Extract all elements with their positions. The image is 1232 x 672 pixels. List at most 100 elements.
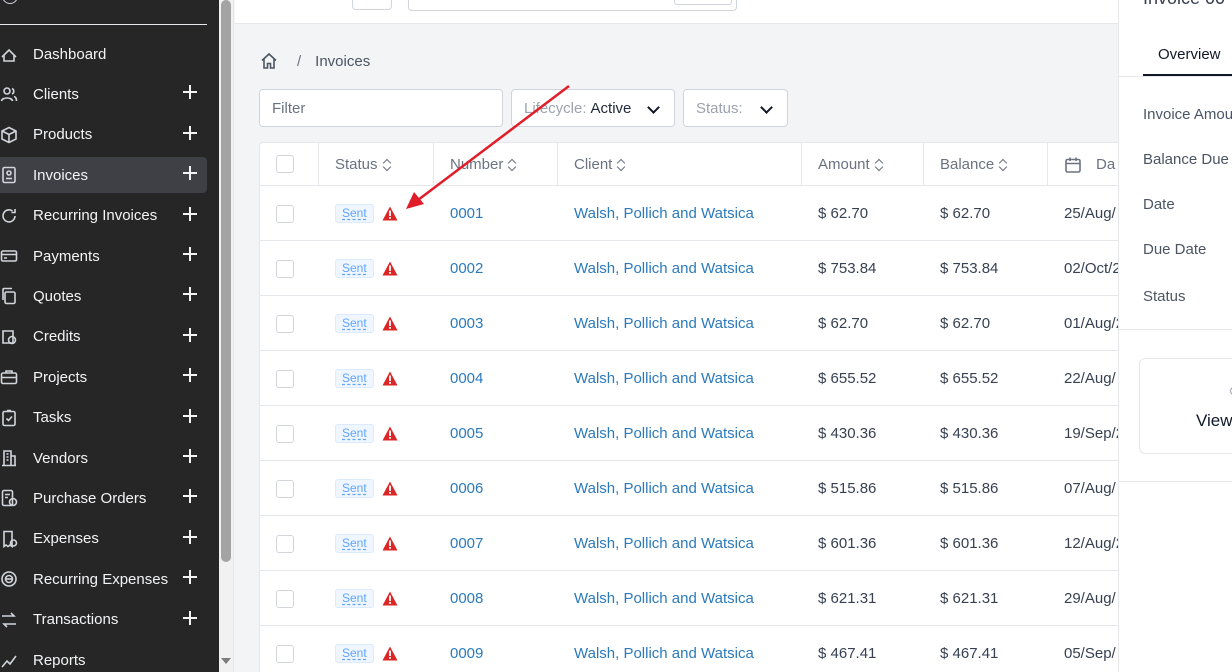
header-balance[interactable]: Balance — [924, 143, 1048, 186]
select-all-checkbox[interactable] — [276, 155, 294, 173]
row-checkbox[interactable] — [276, 204, 294, 223]
client-link[interactable]: Walsh, Pollich and Watsica — [574, 351, 754, 406]
row-checkbox[interactable] — [276, 314, 294, 333]
sidebar-item-purchase-orders[interactable]: Purchase Orders — [0, 480, 207, 516]
plus-icon[interactable] — [183, 408, 197, 423]
header-date[interactable]: Da — [1048, 143, 1119, 186]
sidebar-item-recurring-invoices[interactable]: Recurring Invoices — [0, 198, 207, 234]
tab-divider — [1119, 76, 1232, 77]
client-link[interactable]: Walsh, Pollich and Watsica — [574, 186, 754, 241]
table-row[interactable]: Sent 0006 Walsh, Pollich and Watsica $ 515.… — [260, 461, 1119, 516]
top-menu-button[interactable] — [352, 0, 392, 10]
status-badge[interactable]: Sent — [335, 314, 374, 333]
status-badge[interactable]: Sent — [335, 369, 374, 388]
filter-input[interactable]: Filter — [259, 89, 503, 127]
row-checkbox[interactable] — [276, 589, 294, 608]
plus-icon[interactable] — [183, 570, 197, 585]
status-badge[interactable]: Sent — [335, 534, 374, 553]
status-badge[interactable]: Sent — [335, 589, 374, 608]
header-number[interactable]: Number — [434, 143, 558, 186]
client-link[interactable]: Walsh, Pollich and Watsica — [574, 571, 754, 626]
sidebar-scrollbar-thumb[interactable] — [221, 0, 231, 562]
sidebar-item-transactions[interactable]: Transactions — [0, 602, 207, 638]
sidebar-item-expenses[interactable]: Expenses — [0, 521, 207, 557]
status-badge[interactable]: Sent — [335, 644, 374, 663]
lifecycle-select[interactable]: Lifecycle: Active — [511, 89, 675, 127]
table-row[interactable]: Sent 0002 Walsh, Pollich and Watsica $ 753.… — [260, 241, 1119, 296]
status-select[interactable]: Status: — [683, 89, 788, 127]
sidebar-item-tasks[interactable]: Tasks — [0, 400, 207, 436]
sort-icon — [382, 158, 392, 172]
status-badge[interactable]: Sent — [335, 204, 374, 223]
invoice-number-link[interactable]: 0002 — [450, 241, 483, 296]
row-checkbox[interactable] — [276, 424, 294, 443]
sidebar-item-payments[interactable]: Payments — [0, 238, 207, 274]
sidebar-item-recurring-expenses[interactable]: Recurring Expenses — [0, 561, 207, 597]
sidebar-item-label: Expenses — [33, 530, 99, 548]
header-status[interactable]: Status — [319, 143, 434, 186]
plus-icon[interactable] — [183, 166, 197, 181]
status-cell: Sent — [335, 516, 398, 571]
client-link[interactable]: Walsh, Pollich and Watsica — [574, 461, 754, 516]
table-row[interactable]: Sent 0001 Walsh, Pollich and Watsica $ 62.7… — [260, 186, 1119, 241]
plus-icon[interactable] — [183, 610, 197, 625]
client-link[interactable]: Walsh, Pollich and Watsica — [574, 241, 754, 296]
table-row[interactable]: Sent 0009 Walsh, Pollich and Watsica $ 467.… — [260, 626, 1119, 672]
invoice-number-link[interactable]: 0005 — [450, 406, 483, 461]
warning-icon — [382, 206, 398, 221]
status-badge[interactable]: Sent — [335, 479, 374, 498]
sidebar-item-clients[interactable]: Clients — [0, 76, 207, 112]
date-cell: 07/Aug/ — [1064, 480, 1116, 497]
row-checkbox[interactable] — [276, 644, 294, 663]
sidebar-item-invoices[interactable]: Invoices — [0, 157, 207, 194]
sidebar-item-dashboard[interactable]: Dashboard — [0, 36, 207, 72]
sidebar-item-products[interactable]: Products — [0, 117, 207, 153]
status-badge[interactable]: Sent — [335, 424, 374, 443]
plus-icon[interactable] — [183, 85, 197, 100]
invoice-number-link[interactable]: 0007 — [450, 516, 483, 571]
client-link[interactable]: Walsh, Pollich and Watsica — [574, 406, 754, 461]
row-checkbox[interactable] — [276, 259, 294, 278]
sidebar-item-reports[interactable]: Reports — [0, 642, 207, 672]
plus-icon[interactable] — [183, 206, 197, 221]
invoice-number-link[interactable]: 0006 — [450, 461, 483, 516]
invoice-number-link[interactable]: 0008 — [450, 571, 483, 626]
plus-icon[interactable] — [183, 489, 197, 504]
view-card[interactable]: View — [1139, 358, 1232, 454]
table-row[interactable]: Sent 0003 Walsh, Pollich and Watsica $ 62.7… — [260, 296, 1119, 351]
row-checkbox[interactable] — [276, 534, 294, 553]
table-row[interactable]: Sent 0005 Walsh, Pollich and Watsica $ 430.… — [260, 406, 1119, 461]
plus-icon[interactable] — [183, 368, 197, 383]
invoice-number-link[interactable]: 0001 — [450, 186, 483, 241]
home-icon[interactable] — [259, 51, 279, 71]
tab-overview[interactable]: Overview — [1143, 36, 1232, 76]
invoice-number-link[interactable]: 0009 — [450, 626, 483, 672]
client-link[interactable]: Walsh, Pollich and Watsica — [574, 516, 754, 571]
plus-icon[interactable] — [183, 247, 197, 261]
row-checkbox[interactable] — [276, 369, 294, 388]
plus-icon[interactable] — [183, 287, 197, 302]
row-checkbox[interactable] — [276, 479, 294, 498]
warning-icon — [382, 316, 398, 331]
sidebar-item-projects[interactable]: Projects — [0, 359, 207, 395]
header-client[interactable]: Client — [558, 143, 802, 186]
status-badge[interactable]: Sent — [335, 259, 374, 278]
invoice-number-link[interactable]: 0004 — [450, 351, 483, 406]
table-row[interactable]: Sent 0008 Walsh, Pollich and Watsica $ 621.… — [260, 571, 1119, 626]
sidebar-item-quotes[interactable]: Quotes — [0, 278, 207, 314]
invoice-number-link[interactable]: 0003 — [450, 296, 483, 351]
plus-icon[interactable] — [183, 449, 197, 463]
balance-cell: $ 467.41 — [940, 645, 999, 662]
sidebar-item-vendors[interactable]: Vendors — [0, 440, 207, 476]
scroll-down-icon[interactable] — [221, 658, 231, 664]
table-row[interactable]: Sent 0007 Walsh, Pollich and Watsica $ 601.… — [260, 516, 1119, 571]
plus-icon[interactable] — [183, 327, 197, 342]
plus-icon[interactable] — [183, 125, 197, 140]
sort-icon — [616, 158, 626, 172]
plus-icon[interactable] — [183, 529, 197, 544]
header-amount[interactable]: Amount — [802, 143, 924, 186]
sidebar-item-credits[interactable]: Credits — [0, 319, 207, 355]
client-link[interactable]: Walsh, Pollich and Watsica — [574, 626, 754, 672]
client-link[interactable]: Walsh, Pollich and Watsica — [574, 296, 754, 351]
table-row[interactable]: Sent 0004 Walsh, Pollich and Watsica $ 655.… — [260, 351, 1119, 406]
